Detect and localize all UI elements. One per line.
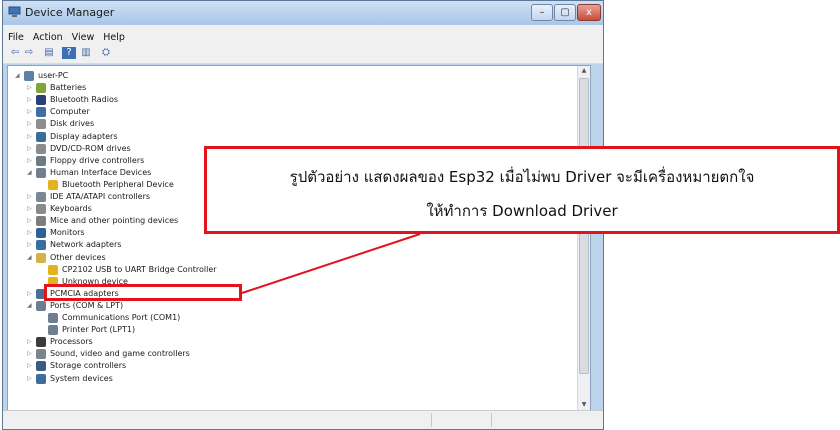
annotation-line-1: รูปตัวอย่าง แสดงผลของ Esp32 เมื่อไม่พบ D… — [289, 168, 755, 186]
annotation-line-2: ให้ทำการ Download Driver — [426, 202, 618, 220]
callout-line — [241, 233, 421, 294]
annotation-callout: รูปตัวอย่าง แสดงผลของ Esp32 เมื่อไม่พบ D… — [204, 146, 840, 234]
